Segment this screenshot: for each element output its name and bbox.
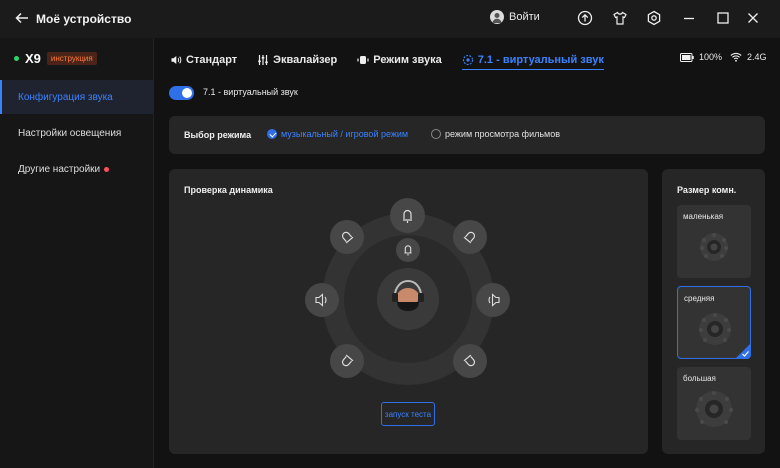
radio-label: режим просмотра фильмов: [445, 129, 561, 139]
online-status-dot: [14, 56, 19, 61]
speaker-front-right-button[interactable]: [453, 220, 487, 254]
room-size-title: Размер комн.: [677, 185, 737, 195]
maximize-icon[interactable]: [715, 10, 731, 26]
sidebar-item-label: Другие настройки: [18, 163, 101, 175]
settings-gear-icon[interactable]: [646, 10, 662, 26]
selected-check-icon: [736, 344, 750, 358]
tab-label: Эквалайзер: [273, 54, 338, 66]
speaker-side-right-button[interactable]: [476, 283, 510, 317]
tab-label: Стандарт: [186, 54, 238, 66]
room-small-diagram-icon: [700, 233, 728, 261]
bell-speaker-icon: [463, 231, 476, 244]
speaker-rear-right-button[interactable]: [453, 344, 487, 378]
room-large-diagram-icon: [695, 391, 733, 427]
battery-percent: 100%: [699, 52, 723, 62]
login-button[interactable]: Войти: [490, 10, 540, 24]
wifi-icon: [730, 52, 742, 62]
speaker-center-button[interactable]: [390, 198, 425, 233]
room-size-panel: Размер комн. маленькая средняя большая: [662, 169, 765, 454]
tab-bar: Стандарт Эквалайзер Режим звука 7.1 - ви…: [170, 50, 604, 70]
radio-movie-mode[interactable]: режим просмотра фильмов: [431, 129, 560, 139]
app-title: Моё устройство: [36, 12, 132, 26]
speaker-icon: [488, 293, 500, 307]
upload-icon[interactable]: [577, 10, 593, 26]
speaker-side-left-button[interactable]: [305, 283, 339, 317]
bell-speaker-icon: [341, 354, 354, 367]
sound-mode-icon: [357, 56, 369, 64]
tshirt-icon[interactable]: [612, 10, 628, 26]
radio-checked-icon: [267, 129, 277, 139]
tab-virtual-surround[interactable]: 7.1 - виртуальный звук: [461, 50, 604, 70]
bell-speaker-icon: [403, 209, 412, 223]
mode-label: Выбор режима: [184, 130, 252, 140]
bell-speaker-icon: [341, 231, 354, 244]
equalizer-icon: [258, 55, 268, 65]
room-size-medium-card[interactable]: средняя: [677, 286, 751, 359]
sidebar-item-label: Настройки освещения: [18, 127, 122, 139]
bell-speaker-icon: [463, 354, 476, 367]
speaker-icon: [315, 293, 327, 307]
manual-badge[interactable]: инструкция: [46, 52, 97, 65]
mode-selection-panel: Выбор режима музыкальный / игровой режим…: [169, 116, 765, 154]
radio-music-game-mode[interactable]: музыкальный / игровой режим: [267, 129, 408, 139]
speaker-test-panel: Проверка динамика запуск теста: [169, 169, 648, 454]
title-bar: Моё устройство Войти: [0, 0, 780, 38]
device-name: X9: [25, 51, 41, 66]
battery-status: 100%: [680, 52, 722, 62]
user-avatar-icon: [490, 10, 504, 24]
room-size-large-card[interactable]: большая: [677, 367, 751, 440]
radio-unchecked-icon: [431, 129, 441, 139]
login-label: Войти: [509, 11, 540, 23]
tab-equalizer[interactable]: Эквалайзер: [257, 50, 337, 70]
sidebar-item-sound-config[interactable]: Конфигурация звука: [0, 80, 154, 114]
battery-icon: [680, 52, 694, 62]
bell-speaker-icon: [404, 245, 412, 256]
room-size-small-card[interactable]: маленькая: [677, 205, 751, 278]
sidebar-item-other-settings[interactable]: Другие настройки: [0, 152, 154, 186]
sidebar-item-label: Конфигурация звука: [18, 91, 113, 103]
notification-dot: [104, 166, 110, 172]
speaker-rear-left-button[interactable]: [330, 344, 364, 378]
speaker-front-left-button[interactable]: [330, 220, 364, 254]
surround-icon: [462, 54, 473, 65]
virtual-sound-label: 7.1 - виртуальный звук: [203, 87, 298, 97]
tab-label: Режим звука: [373, 54, 442, 66]
tab-sound-mode[interactable]: Режим звука: [357, 50, 442, 70]
connection-status: 2.4G: [730, 52, 767, 62]
back-arrow-icon[interactable]: [14, 10, 30, 26]
room-medium-diagram-icon: [699, 313, 731, 345]
radio-label: музыкальный / игровой режим: [281, 129, 409, 139]
tab-standard[interactable]: Стандарт: [170, 50, 237, 70]
close-icon[interactable]: [745, 10, 761, 26]
speaker-icon: [171, 56, 182, 64]
toggle-knob: [182, 88, 192, 98]
speaker-subwoofer-button[interactable]: [396, 238, 420, 262]
virtual-sound-toggle[interactable]: [169, 86, 194, 100]
tab-label: 7.1 - виртуальный звук: [477, 53, 604, 66]
device-header: X9 инструкция: [14, 51, 97, 66]
start-test-button[interactable]: запуск теста: [381, 402, 435, 426]
connection-label: 2.4G: [747, 52, 767, 62]
sidebar-item-lighting[interactable]: Настройки освещения: [0, 116, 154, 150]
minimize-icon[interactable]: [681, 10, 697, 26]
sidebar: X9 инструкция Конфигурация звука Настрой…: [0, 38, 154, 468]
